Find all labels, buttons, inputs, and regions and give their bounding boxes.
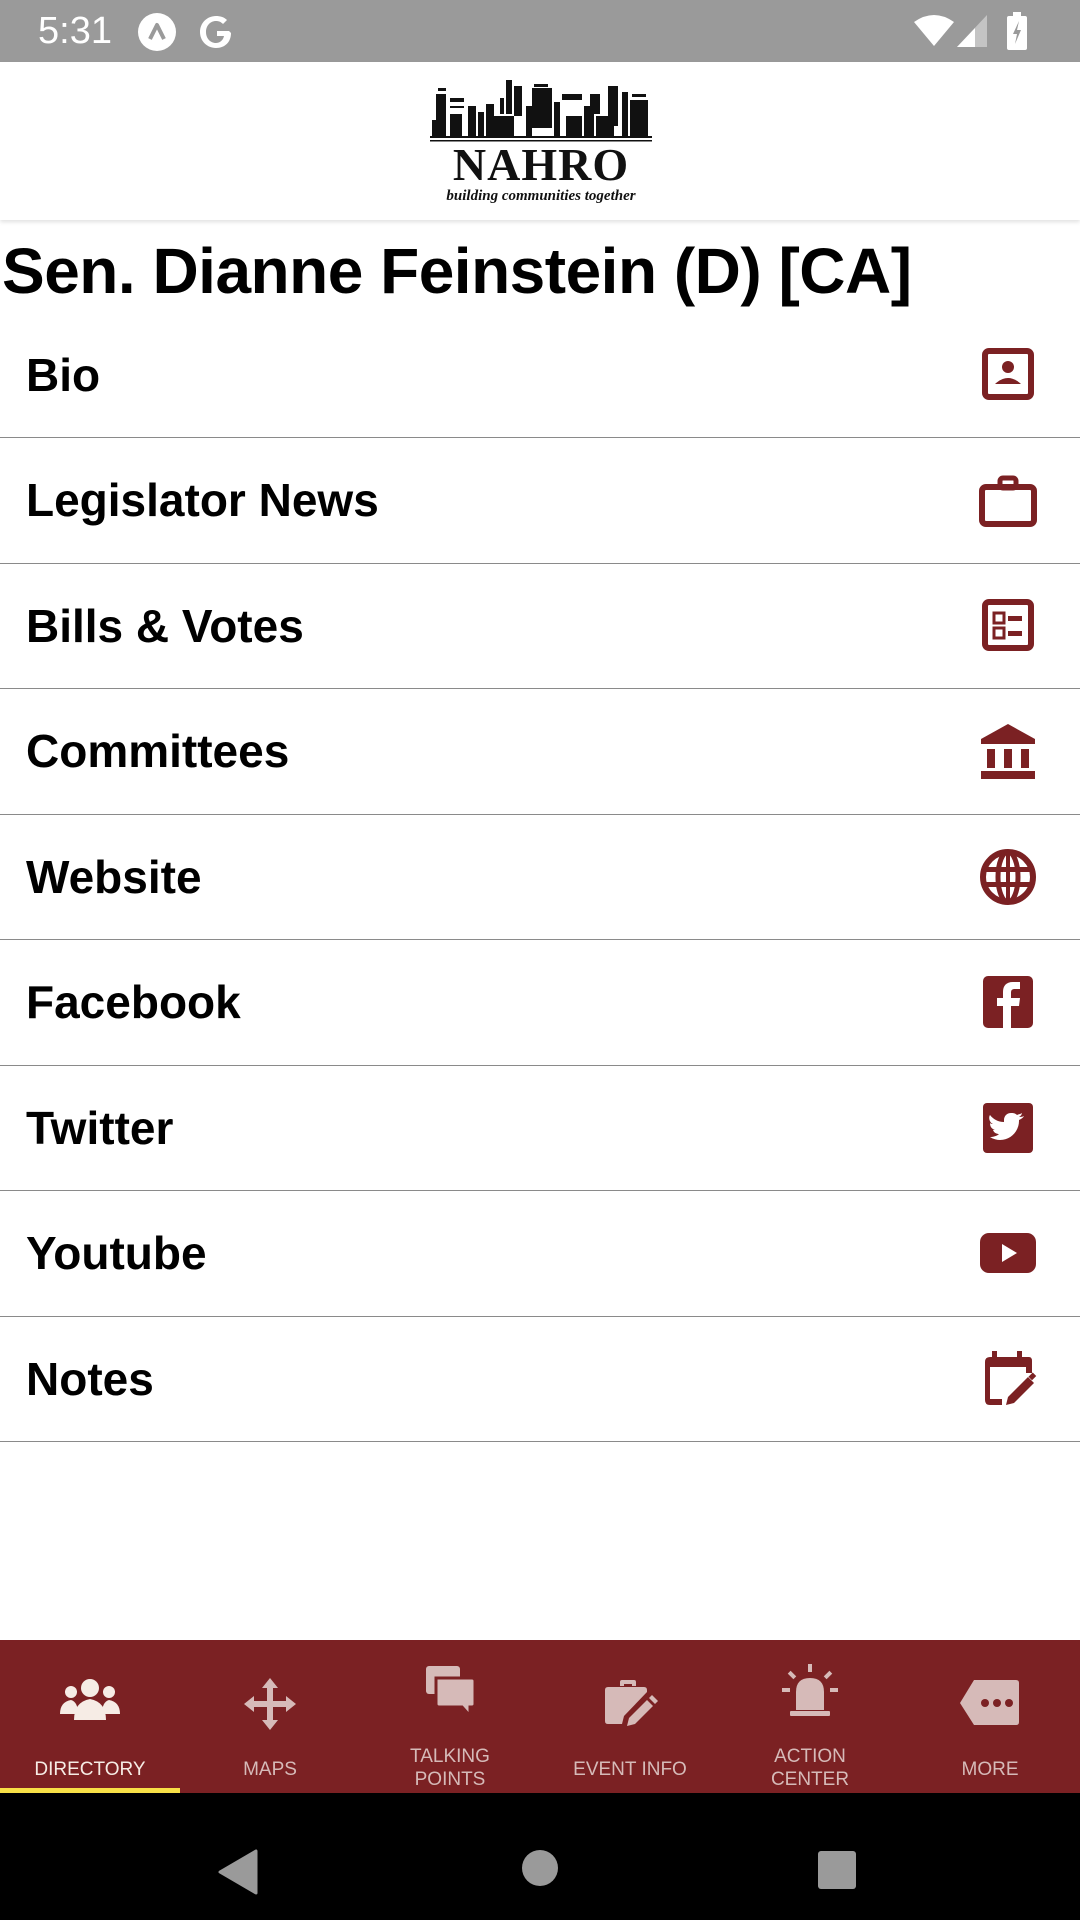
move-arrows-icon [240,1678,300,1734]
contact-card-icon [978,345,1038,405]
menu-item-youtube[interactable]: Youtube [0,1191,1080,1317]
menu-item-label: Bio [26,349,101,401]
menu-item-label: Committees [26,725,290,777]
legislator-menu-list: Bio Legislator News Bills & Votes Commit… [0,313,1080,1442]
tab-label: TALKING [410,1746,490,1767]
tab-talking-points[interactable]: TALKING POINTS [360,1640,540,1793]
menu-item-bills-votes[interactable]: Bills & Votes [0,564,1080,689]
recents-square-icon [818,1851,856,1889]
youtube-icon [978,1223,1038,1283]
menu-item-twitter[interactable]: Twitter [0,1066,1080,1191]
menu-item-label: Twitter [26,1101,174,1154]
menu-item-label: Website [26,850,202,903]
wifi-icon [913,14,955,53]
app-header: NAHRO building communities together [0,62,1080,220]
tab-event-info[interactable]: EVENT INFO [540,1640,720,1793]
nahro-logo[interactable]: NAHRO building communities together [430,76,652,206]
menu-item-website[interactable]: Website [0,815,1080,940]
tab-more[interactable]: MORE [900,1640,1080,1793]
city-skyline-icon [430,80,652,142]
chat-bubbles-icon [420,1666,480,1722]
briefcase-edit-icon [600,1678,660,1734]
tab-label: MAPS [243,1759,297,1780]
tab-action-center[interactable]: ACTION CENTER [720,1640,900,1793]
status-time: 5:31 [38,10,112,52]
logo-wordmark: NAHRO [452,139,630,190]
menu-item-legislator-news[interactable]: Legislator News [0,438,1080,564]
menu-item-notes[interactable]: Notes [0,1317,1080,1442]
recents-button[interactable] [817,1850,857,1895]
menu-item-bio[interactable]: Bio [0,313,1080,438]
globe-icon [978,847,1038,907]
menu-item-committees[interactable]: Committees [0,689,1080,815]
tab-label-line2: CENTER [770,1769,850,1790]
menu-item-label: Bills & Votes [26,599,304,652]
home-button[interactable] [521,1849,559,1892]
people-group-icon [60,1678,120,1734]
back-triangle-icon [218,1849,258,1895]
briefcase-icon [978,470,1038,530]
home-circle-icon [522,1850,558,1886]
more-tag-icon [960,1680,1020,1736]
checklist-icon [978,596,1038,656]
google-icon [196,12,236,57]
system-navigation-bar [0,1793,1080,1920]
alarm-light-icon [780,1664,840,1720]
tab-maps[interactable]: MAPS [180,1640,360,1793]
page-title: Sen. Dianne Feinstein (D) [CA] [2,235,912,307]
menu-item-label: Legislator News [26,474,379,526]
tab-label: DIRECTORY [34,1759,146,1780]
bottom-navigation: DIRECTORY MAPS TALKING POINTS EVENT INFO… [0,1640,1080,1793]
menu-item-facebook[interactable]: Facebook [0,940,1080,1066]
tab-label-line2: POINTS [414,1769,486,1790]
app-notification-icon [137,12,177,57]
menu-item-label: Youtube [26,1227,207,1279]
menu-item-label: Notes [26,1352,154,1405]
tab-label: MORE [961,1759,1019,1780]
facebook-icon [978,972,1038,1032]
calendar-edit-icon [978,1349,1038,1409]
logo-tagline: building communities together [446,188,636,204]
battery-charging-icon [1006,12,1028,55]
government-building-icon [978,721,1038,781]
tab-label: EVENT INFO [573,1759,687,1780]
cellular-signal-icon [957,14,989,53]
menu-item-label: Facebook [26,976,241,1028]
tab-label: ACTION [774,1746,846,1767]
twitter-icon [978,1098,1038,1158]
back-button[interactable] [218,1849,258,1900]
status-bar: 5:31 [0,0,1080,62]
tab-directory[interactable]: DIRECTORY [0,1640,180,1793]
